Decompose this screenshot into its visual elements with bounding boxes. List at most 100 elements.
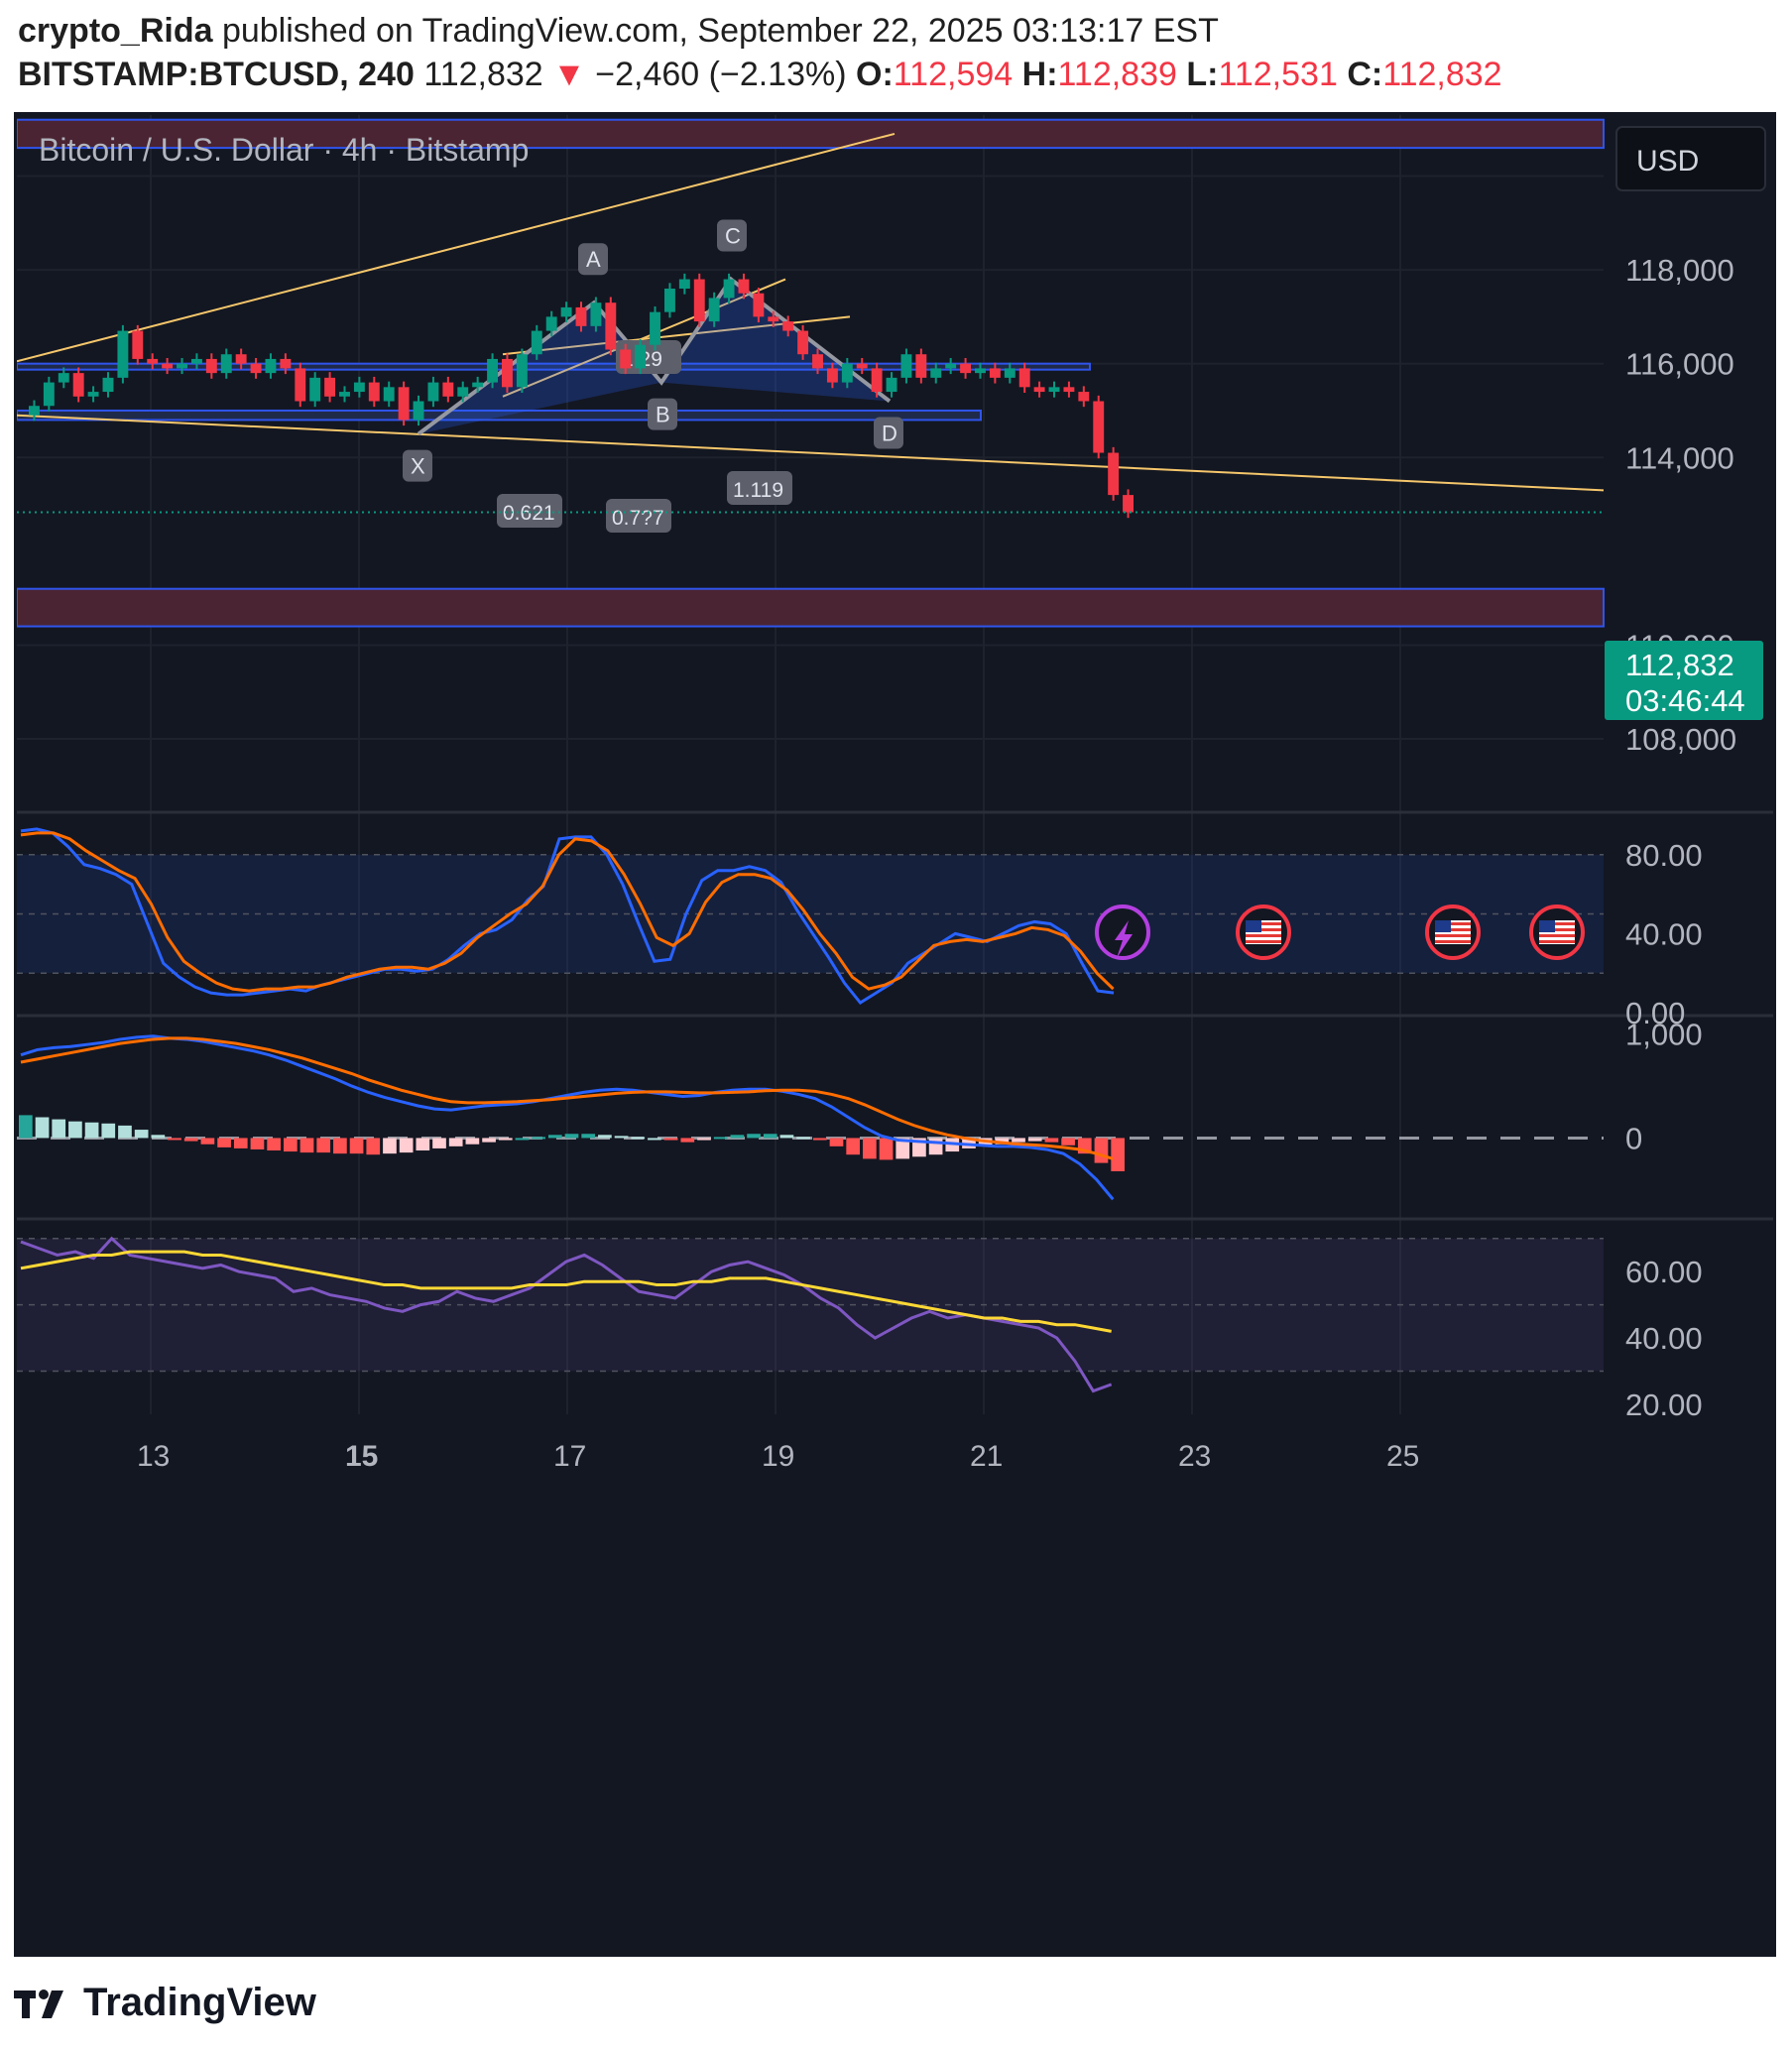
price-tick-label: 118,000	[1625, 253, 1734, 288]
candle-body	[989, 368, 1001, 378]
chart-canvas[interactable]: XABCD1.290.6210.7?71.119 108,000110,0001…	[17, 115, 1773, 1954]
time-tick-label: 23	[1178, 1440, 1211, 1473]
chart-frame[interactable]: XABCD1.290.6210.7?71.119 108,000110,0001…	[14, 112, 1776, 1957]
macd-histogram-bar	[250, 1138, 265, 1149]
candle-body	[635, 344, 647, 369]
currency-button[interactable]: USD	[1615, 126, 1766, 191]
macd-histogram-bar	[498, 1138, 513, 1141]
candle-body	[72, 373, 84, 397]
macd-histogram-bar	[366, 1138, 381, 1155]
time-axis: 13 15 17 19 21 23 25	[137, 1440, 1419, 1473]
symbol-info-line: BITSTAMP:BTCUSD, 240 112,832 ▼ −2,460 (−…	[18, 56, 1502, 94]
low-value: 112,531	[1218, 56, 1338, 93]
macd-histogram-bar	[183, 1138, 198, 1142]
candle-body	[250, 363, 262, 374]
candle-body	[220, 354, 232, 374]
candle-body	[871, 368, 883, 393]
lightning-event-icon[interactable]	[1095, 905, 1150, 960]
macd-histogram-bar	[614, 1136, 629, 1139]
candle-body	[117, 330, 129, 378]
candle-body	[590, 302, 602, 326]
candle-body	[1123, 495, 1134, 513]
candle-body	[147, 358, 159, 364]
macd-histogram-bar	[581, 1134, 596, 1139]
macd-histogram-bar	[663, 1138, 678, 1141]
tradingview-logo-icon	[14, 1990, 63, 2018]
macd-histogram-bar	[399, 1138, 414, 1153]
macd-histogram-bar	[448, 1138, 463, 1146]
macd-histogram-bar	[52, 1119, 66, 1139]
macd-histogram-bar	[648, 1138, 661, 1141]
macd-histogram-bar	[19, 1115, 33, 1139]
macd-histogram-bar	[35, 1117, 50, 1139]
us-flag-icon[interactable]	[1425, 905, 1481, 960]
close-value: 112,832	[1382, 56, 1502, 93]
indicator-tick-label: 20.00	[1625, 1387, 1703, 1422]
us-flag-icon[interactable]	[1236, 905, 1291, 960]
macd-histogram-bar	[812, 1138, 827, 1141]
macd-histogram-bar	[1061, 1138, 1075, 1146]
flag-stripe	[1435, 934, 1471, 937]
candle-body	[205, 358, 217, 374]
candle-body	[235, 354, 247, 364]
candle-body	[663, 289, 675, 312]
candle-body	[678, 279, 690, 289]
macd-histogram-bar	[1094, 1138, 1109, 1163]
macd-histogram-bar	[134, 1130, 149, 1139]
candle-body	[1078, 392, 1090, 402]
candle-body	[545, 316, 557, 331]
candle-body	[900, 354, 912, 378]
candle-body	[324, 377, 336, 397]
macd-histogram-bar	[267, 1138, 281, 1151]
candle-body	[1093, 401, 1105, 453]
macd-histogram-bar	[796, 1137, 810, 1140]
candle-body	[708, 298, 720, 322]
flag-canton	[1246, 920, 1261, 932]
macd-histogram-bar	[1027, 1138, 1042, 1142]
currency-button-label: USD	[1636, 145, 1699, 178]
candle-body	[190, 358, 202, 364]
candle-body	[280, 358, 292, 369]
candle-body	[915, 354, 927, 378]
candle-body	[782, 321, 794, 331]
macd-histogram-bar	[547, 1135, 562, 1139]
chart-legend: Bitcoin / U.S. Dollar · 4h · Bitstamp	[39, 132, 529, 168]
macd-histogram-bar	[747, 1134, 761, 1139]
time-tick-label: 17	[553, 1440, 586, 1473]
macd-histogram-bar	[151, 1135, 166, 1139]
candle-body	[1018, 368, 1030, 388]
pattern-ratio-label: 1.119	[733, 479, 783, 502]
candle-body	[43, 382, 55, 407]
macd-histogram-bar	[846, 1138, 861, 1155]
candle-body	[29, 406, 40, 416]
macd-histogram-bar	[465, 1138, 480, 1145]
rsi-pane: 20.00 40.00 60.00	[17, 1236, 1703, 1422]
macd-histogram-bar	[564, 1134, 579, 1139]
countdown-label: 03:46:44	[1625, 683, 1745, 718]
candle-body	[472, 382, 484, 388]
candle-body	[693, 279, 705, 322]
pattern-point-label: D	[882, 422, 897, 446]
open-label: O:	[856, 56, 894, 93]
candle-body	[797, 330, 809, 355]
macd-histogram-bar	[713, 1137, 728, 1140]
high-value: 112,839	[1057, 56, 1177, 93]
macd-histogram-bar	[333, 1138, 347, 1154]
published-text: published on TradingView.com, September …	[221, 12, 1219, 50]
symbol-name[interactable]: BITSTAMP:BTCUSD, 240	[18, 56, 415, 93]
flag-canton	[1435, 920, 1451, 932]
pattern-point-label: B	[656, 403, 670, 427]
macd-pane: 0 1,000	[17, 1018, 1703, 1201]
time-tick-label: 25	[1386, 1440, 1419, 1473]
macd-histogram-bar	[879, 1138, 894, 1160]
candle-body	[738, 279, 750, 294]
candle-body	[1048, 387, 1060, 393]
macd-histogram-bar	[118, 1125, 132, 1139]
price-tick-label: 114,000	[1625, 440, 1734, 475]
us-flag-icon[interactable]	[1529, 905, 1585, 960]
macd-histogram-bar	[763, 1134, 777, 1139]
indicator-tick-label: 80.00	[1625, 838, 1703, 873]
publication-header: crypto_Rida published on TradingView.com…	[14, 0, 1779, 109]
author-name[interactable]: crypto_Rida	[18, 12, 213, 50]
low-label: L:	[1186, 56, 1219, 93]
